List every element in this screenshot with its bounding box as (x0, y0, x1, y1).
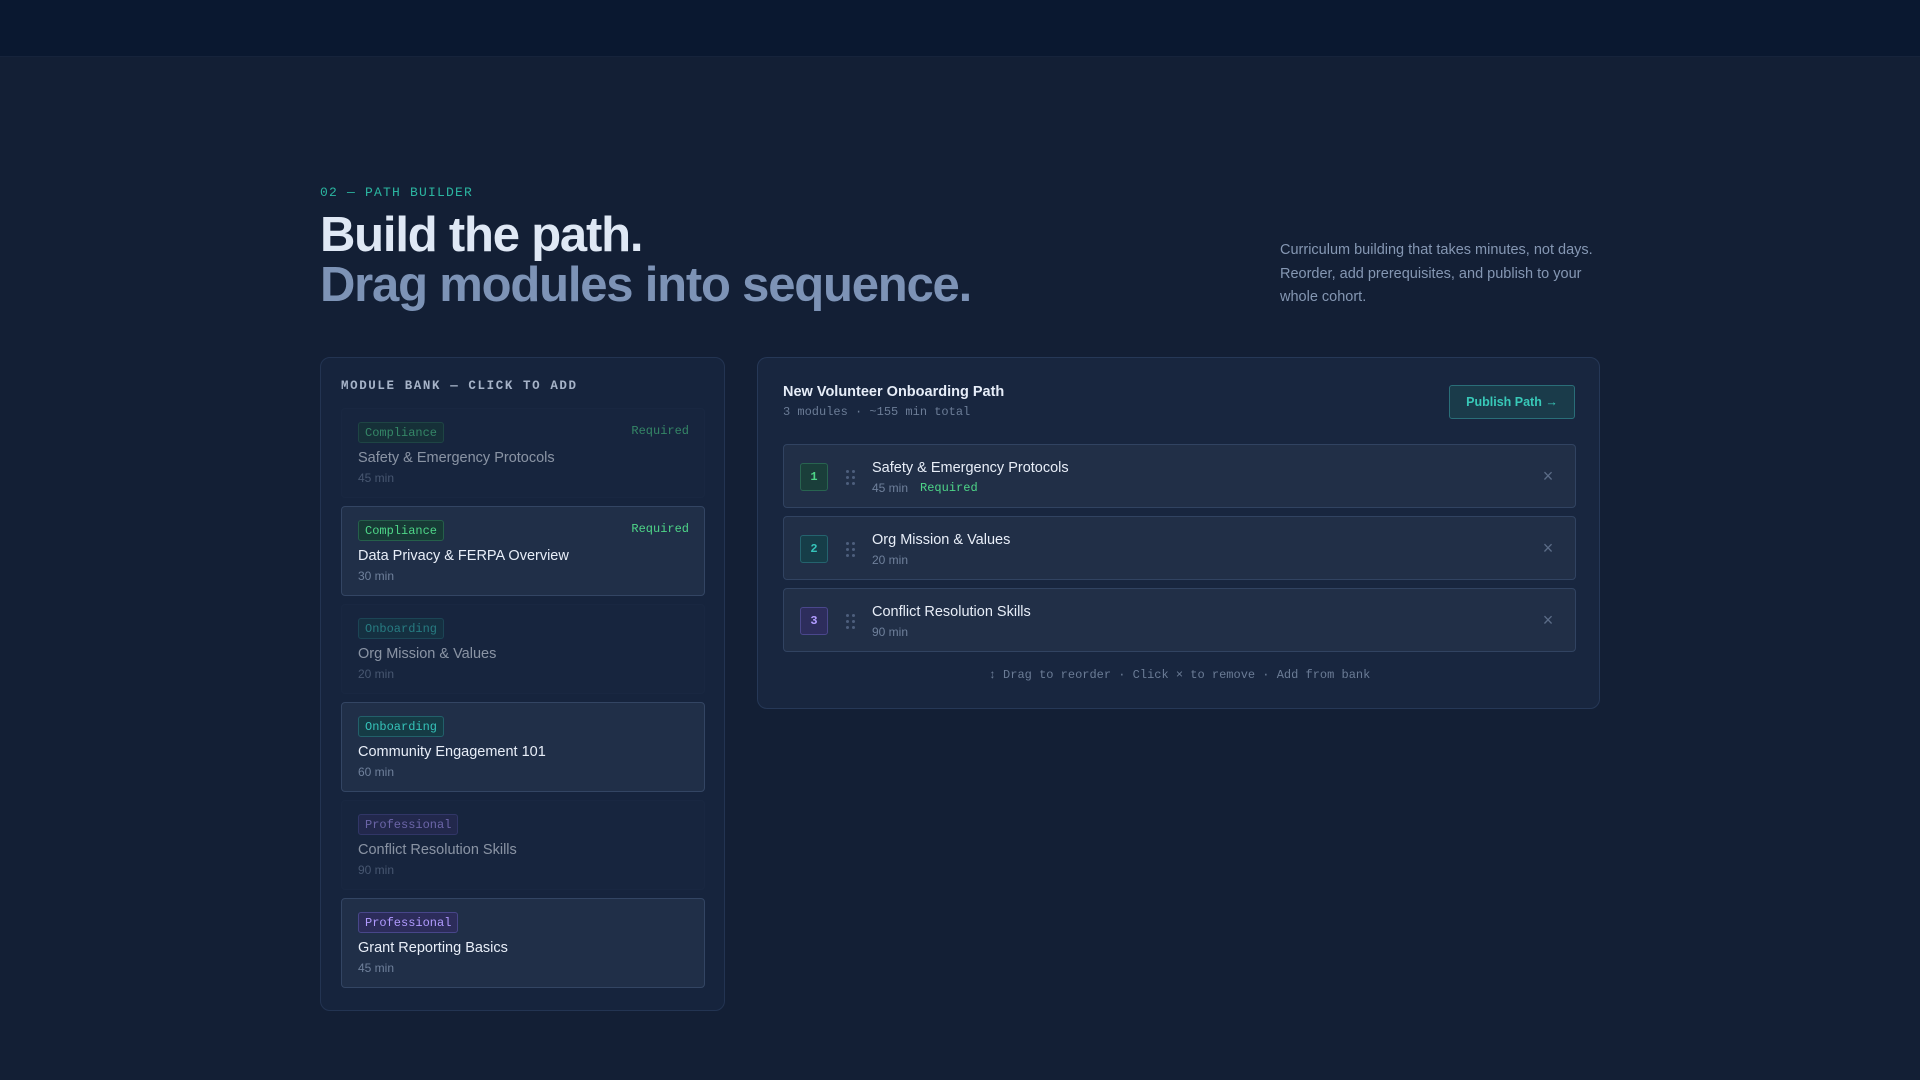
top-navigation-bar (0, 0, 1920, 57)
path-summary: 3 modules · ~155 min total (783, 405, 971, 419)
bank-module-card[interactable]: Compliance Required Safety & Emergency P… (341, 408, 705, 498)
path-step[interactable]: 3 Conflict Resolution Skills 90 min × (783, 588, 1576, 652)
module-duration: 60 min (358, 765, 395, 779)
close-icon[interactable]: × (1538, 609, 1558, 631)
category-tag: Onboarding (358, 716, 445, 737)
publish-path-button[interactable]: Publish Path → (1449, 385, 1575, 419)
module-duration: 45 min (358, 471, 395, 485)
path-builder-panel: New Volunteer Onboarding Path 3 modules … (757, 357, 1600, 709)
headline-line-2: Drag modules into sequence. (320, 258, 972, 312)
path-instructions: ↕ Drag to reorder · Click × to remove · … (988, 668, 1371, 682)
module-title: Community Engagement 101 (358, 744, 546, 760)
module-duration: 45 min (358, 961, 395, 975)
step-details: 45 min Required (872, 481, 978, 495)
bank-module-card[interactable]: Professional Conflict Resolution Skills … (341, 800, 705, 890)
required-label: Required (631, 424, 689, 438)
lede-text: Curriculum building that takes minutes, … (1280, 242, 1593, 305)
category-tag: Professional (358, 814, 459, 835)
step-duration: 90 min (872, 625, 909, 639)
path-title: New Volunteer Onboarding Path (783, 384, 1005, 400)
step-details: 20 min (872, 553, 908, 567)
step-title: Safety & Emergency Protocols (872, 460, 1069, 476)
module-duration: 90 min (358, 863, 395, 877)
headline-line-1: Build the path. (320, 208, 643, 262)
module-title: Grant Reporting Basics (358, 940, 508, 956)
category-tag: Compliance (358, 520, 445, 541)
close-icon[interactable]: × (1538, 537, 1558, 559)
path-step[interactable]: 2 Org Mission & Values 20 min × (783, 516, 1576, 580)
step-duration: 20 min (872, 553, 909, 567)
required-label: Required (631, 522, 689, 536)
required-label: Required (920, 481, 978, 495)
module-title: Org Mission & Values (358, 646, 497, 662)
step-number-badge: 3 (800, 607, 828, 635)
drag-handle-icon[interactable] (845, 541, 857, 557)
module-duration: 30 min (358, 569, 395, 583)
module-bank: MODULE BANK — CLICK TO ADD Compliance Re… (320, 357, 725, 1011)
close-icon[interactable]: × (1538, 465, 1558, 487)
step-title: Org Mission & Values (872, 532, 1011, 548)
section-eyebrow: 02 — PATH BUILDER (320, 185, 474, 200)
module-title: Conflict Resolution Skills (358, 842, 517, 858)
drag-handle-icon[interactable] (845, 613, 857, 629)
category-tag: Onboarding (358, 618, 445, 639)
bank-module-card[interactable]: Onboarding Community Engagement 101 60 m… (341, 702, 705, 792)
step-number-badge: 1 (800, 463, 828, 491)
step-details: 90 min (872, 625, 908, 639)
category-tag: Compliance (358, 422, 445, 443)
module-bank-title: MODULE BANK — CLICK TO ADD (341, 379, 578, 393)
step-duration: 45 min (872, 481, 909, 495)
module-title: Data Privacy & FERPA Overview (358, 548, 569, 564)
step-number-badge: 2 (800, 535, 828, 563)
path-step[interactable]: 1 Safety & Emergency Protocols 45 min Re… (783, 444, 1576, 508)
module-duration: 20 min (358, 667, 395, 681)
module-title: Safety & Emergency Protocols (358, 450, 555, 466)
bank-module-card[interactable]: Onboarding Org Mission & Values 20 min (341, 604, 705, 694)
page-headline: Build the path. Drag modules into sequen… (320, 208, 972, 312)
category-tag: Professional (358, 912, 459, 933)
bank-module-card[interactable]: Professional Grant Reporting Basics 45 m… (341, 898, 705, 988)
drag-handle-icon[interactable] (845, 469, 857, 485)
step-title: Conflict Resolution Skills (872, 604, 1031, 620)
bank-module-card[interactable]: Compliance Required Data Privacy & FERPA… (341, 506, 705, 596)
